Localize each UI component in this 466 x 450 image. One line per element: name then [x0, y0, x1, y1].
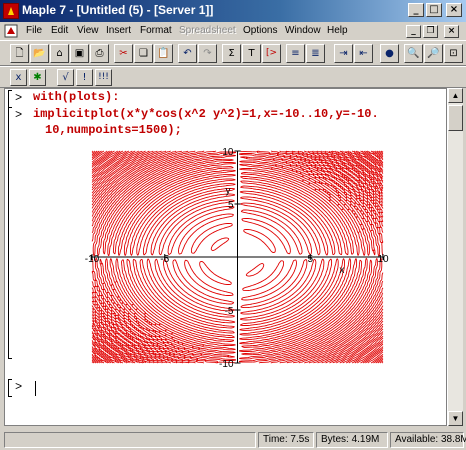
worksheet-icon[interactable] [4, 24, 18, 38]
command-line-3[interactable]: 10,numpoints=1500); [45, 123, 182, 137]
gear-icon[interactable]: ✱ [29, 69, 46, 86]
execution-group-bracket [8, 90, 12, 108]
copy-icon[interactable]: ❏ [134, 44, 153, 63]
prompt-marker: > [15, 91, 23, 105]
remove-section-icon[interactable]: ≣ [306, 44, 325, 63]
scroll-down-icon[interactable]: ▼ [448, 411, 463, 426]
bytes-value: 4.19M [351, 434, 380, 445]
text-input-icon[interactable]: T [242, 44, 261, 63]
minimize-button[interactable]: _ [408, 3, 424, 17]
x-tick-label: -5 [160, 254, 169, 265]
command-line-1[interactable]: with(plots): [33, 90, 119, 104]
menu-bar: File Edit View Insert Format Spreadsheet… [0, 22, 466, 40]
insert-section-icon[interactable]: ≡ [286, 44, 305, 63]
status-bar: Time: 7.5s Bytes: 4.19M Available: 38.8M [0, 430, 466, 450]
prompt-marker: > [15, 108, 23, 122]
zoom-fit-icon[interactable]: ⊡ [444, 44, 463, 63]
new-file-icon[interactable]: 🗋 [10, 44, 29, 63]
outdent-icon[interactable]: ⇤ [354, 44, 373, 63]
exclamation-icon[interactable]: ! [76, 69, 93, 86]
sqrt-icon[interactable]: √ [57, 69, 74, 86]
time-value: 7.5s [290, 434, 310, 445]
execution-group-bracket [8, 379, 12, 397]
prompt-marker: > [15, 380, 23, 394]
x-tick-label: 5 [307, 254, 313, 265]
maple-app-icon[interactable] [3, 3, 19, 19]
math-input-icon[interactable]: Σ [222, 44, 241, 63]
x-axis-label: x [339, 265, 344, 276]
menu-edit[interactable]: Edit [51, 25, 68, 36]
available-status: Available: 38.8M [390, 432, 466, 448]
x-tick-label: -10 [85, 254, 100, 265]
y-tick-label: -10 [219, 359, 234, 367]
available-value: 38.8M [440, 434, 466, 445]
command-line-2[interactable]: implicitplot(x*y*cos(x^2 y^2)=1,x=-10..1… [33, 107, 379, 121]
menu-window[interactable]: Window [285, 25, 321, 36]
x-axis-icon[interactable]: x [10, 69, 27, 86]
available-label: Available: [395, 434, 439, 445]
menu-help[interactable]: Help [327, 25, 348, 36]
y-tick-label: 10 [222, 147, 234, 158]
worksheet-area[interactable]: > with(plots): > implicitplot(x*y*cos(x^… [4, 88, 447, 426]
cut-icon[interactable]: ✂ [114, 44, 133, 63]
zoom-out-icon[interactable]: 🔎 [424, 44, 443, 63]
x-tick-label: 10 [377, 254, 389, 265]
scroll-thumb[interactable] [448, 105, 463, 131]
y-tick-label: -5 [225, 306, 234, 317]
vertical-scrollbar[interactable]: ▲ ▼ [447, 88, 463, 426]
close-button[interactable]: × [446, 3, 462, 17]
menu-format[interactable]: Format [140, 25, 172, 36]
menu-file[interactable]: File [26, 25, 42, 36]
bytes-label: Bytes: [321, 434, 349, 445]
paste-icon[interactable]: 📋 [154, 44, 173, 63]
indent-icon[interactable]: ⇥ [334, 44, 353, 63]
status-message [4, 432, 256, 448]
menu-view[interactable]: View [77, 25, 99, 36]
save-icon[interactable]: ▣ [70, 44, 89, 63]
main-toolbar: 🗋 📂 ⌂ ▣ ⎙ ✂ ❏ 📋 ↶ ↷ Σ T [> ≡ ≣ ⇥ ⇤ ● 🔍 🔎… [0, 40, 466, 66]
bytes-status: Bytes: 4.19M [316, 432, 388, 448]
insert-prompt-icon[interactable]: [> [262, 44, 281, 63]
print-icon[interactable]: ⎙ [90, 44, 109, 63]
doc-minimize-button[interactable]: _ [406, 25, 421, 38]
zoom-in-icon[interactable]: 🔍 [404, 44, 423, 63]
stop-icon[interactable]: ● [380, 44, 399, 63]
implicit-plot[interactable]: -10 -5 5 10 -10 -5 5 10 x y [80, 147, 395, 367]
time-label: Time: [263, 434, 288, 445]
time-status: Time: 7.5s [258, 432, 314, 448]
doc-restore-button[interactable]: ❐ [423, 25, 438, 38]
redo-icon[interactable]: ↷ [198, 44, 217, 63]
undo-icon[interactable]: ↶ [178, 44, 197, 63]
open-url-icon[interactable]: ⌂ [50, 44, 69, 63]
y-axis-label: y [226, 185, 231, 196]
text-cursor [35, 381, 36, 396]
open-icon[interactable]: 📂 [30, 44, 49, 63]
window-title: Maple 7 - [Untitled (5) - [Server 1]] [22, 3, 214, 17]
triple-exclamation-icon[interactable]: !!! [95, 69, 112, 86]
menu-insert[interactable]: Insert [106, 25, 131, 36]
scroll-up-icon[interactable]: ▲ [448, 88, 463, 103]
title-bar: Maple 7 - [Untitled (5) - [Server 1]] _ … [0, 0, 466, 22]
doc-close-button[interactable]: × [444, 25, 459, 38]
y-tick-label: 5 [228, 200, 234, 211]
menu-spreadsheet[interactable]: Spreadsheet [179, 25, 236, 36]
execution-group-bracket [8, 107, 12, 359]
menu-options[interactable]: Options [243, 25, 277, 36]
maximize-button[interactable]: □ [426, 3, 442, 17]
context-toolbar: x ✱ √ ! !!! [0, 66, 466, 88]
